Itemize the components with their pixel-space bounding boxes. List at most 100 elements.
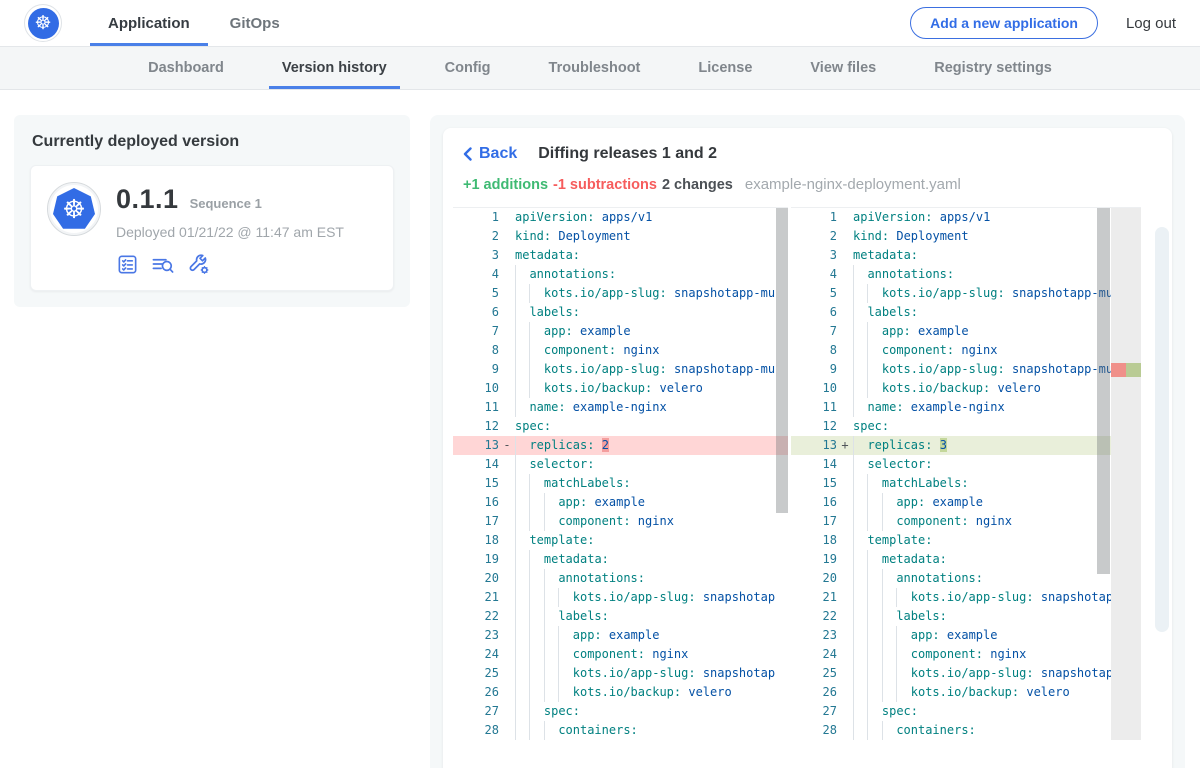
code-text: annotations: <box>515 569 788 588</box>
subnav-item-registry-settings[interactable]: Registry settings <box>921 47 1065 89</box>
view-logs-icon[interactable] <box>150 253 176 276</box>
logout-button[interactable]: Log out <box>1126 15 1176 32</box>
indent-guide <box>529 474 543 493</box>
code-text: annotations: <box>515 265 788 284</box>
line-number: 3 <box>453 246 499 265</box>
line-number: 13 <box>791 436 837 455</box>
code-text: kots.io/backup: velero <box>515 379 788 398</box>
line-number: 10 <box>453 379 499 398</box>
diff-marker <box>837 379 853 398</box>
indent-guide <box>529 569 543 588</box>
code-line: 20annotations: <box>453 569 788 588</box>
back-link[interactable]: Back <box>463 145 517 163</box>
code-line: 16app: example <box>791 493 1141 512</box>
code-text: component: nginx <box>515 512 788 531</box>
app-sub-nav: Dashboard Version history Config Trouble… <box>0 47 1200 90</box>
indent-guide <box>515 531 529 550</box>
code-line: 26kots.io/backup: velero <box>453 683 788 702</box>
code-line: 14selector: <box>453 455 788 474</box>
indent-guide <box>882 683 896 702</box>
indent-guide <box>529 360 543 379</box>
changes-count: 2 changes <box>662 177 733 193</box>
code-text: replicas: 2 <box>515 436 788 455</box>
indent-guide <box>867 550 881 569</box>
line-number: 4 <box>791 265 837 284</box>
indent-guide <box>867 379 881 398</box>
app-logo-ring: ☸ <box>24 4 62 42</box>
indent-guide <box>867 341 881 360</box>
code-text: labels: <box>853 607 1141 626</box>
diff-marker <box>837 588 853 607</box>
code-text: spec: <box>853 702 1141 721</box>
line-number: 8 <box>791 341 837 360</box>
indent-guide <box>544 607 558 626</box>
diff-marker <box>837 569 853 588</box>
code-text: matchLabels: <box>515 474 788 493</box>
subnav-item-config[interactable]: Config <box>432 47 504 89</box>
subnav-item-license[interactable]: License <box>685 47 765 89</box>
code-text: component: nginx <box>853 645 1141 664</box>
diff-editor-modified[interactable]: 1apiVersion: apps/v12kind: Deployment3me… <box>791 207 1141 740</box>
indent-guide <box>529 550 543 569</box>
diff-marker <box>837 721 853 740</box>
indent-guide <box>853 265 867 284</box>
code-line: 15matchLabels: <box>453 474 788 493</box>
indent-guide <box>515 322 529 341</box>
code-line: 27spec: <box>791 702 1141 721</box>
indent-guide <box>896 588 910 607</box>
diff-marker <box>837 322 853 341</box>
diff-marker <box>837 550 853 569</box>
topnav-spacer <box>300 0 910 46</box>
diff-marker <box>499 360 515 379</box>
indent-guide <box>515 341 529 360</box>
diff-marker <box>499 512 515 531</box>
line-number: 16 <box>453 493 499 512</box>
indent-guide <box>515 588 529 607</box>
version-logo-ring: ☸ <box>47 182 101 236</box>
left-editor-scrollbar[interactable] <box>776 208 788 513</box>
diff-editor-original[interactable]: 1apiVersion: apps/v12kind: Deployment3me… <box>453 207 788 740</box>
code-line: 12spec: <box>453 417 788 436</box>
code-text: metadata: <box>515 246 788 265</box>
line-number: 9 <box>453 360 499 379</box>
tab-gitops[interactable]: GitOps <box>212 0 298 46</box>
code-line: 7app: example <box>453 322 788 341</box>
diff-marker <box>499 664 515 683</box>
indent-guide <box>853 683 867 702</box>
tab-application[interactable]: Application <box>90 0 208 46</box>
diff-marker <box>837 265 853 284</box>
config-checklist-icon[interactable] <box>116 253 139 276</box>
indent-guide <box>853 322 867 341</box>
wrench-gear-icon[interactable] <box>187 252 211 276</box>
version-number: 0.1.1 <box>116 184 179 215</box>
code-line: 9kots.io/app-slug: snapshotapp-mu <box>453 360 788 379</box>
add-new-application-button[interactable]: Add a new application <box>910 7 1098 39</box>
subnav-item-troubleshoot[interactable]: Troubleshoot <box>536 47 654 89</box>
indent-guide <box>853 303 867 322</box>
code-line: 5kots.io/app-slug: snapshotapp-mu <box>791 284 1141 303</box>
line-number: 22 <box>791 607 837 626</box>
kubernetes-logo-icon: ☸ <box>28 8 59 39</box>
subnav-item-view-files[interactable]: View files <box>797 47 889 89</box>
line-number: 11 <box>453 398 499 417</box>
indent-guide <box>867 474 881 493</box>
line-number: 18 <box>791 531 837 550</box>
code-text: kots.io/backup: velero <box>515 683 788 702</box>
right-editor-scrollbar[interactable] <box>1097 208 1110 574</box>
indent-guide <box>853 360 867 379</box>
indent-guide <box>882 493 896 512</box>
diff-marker <box>837 512 853 531</box>
line-number: 2 <box>791 227 837 246</box>
indent-guide <box>853 379 867 398</box>
indent-guide <box>867 284 881 303</box>
code-text: containers: <box>515 721 788 740</box>
diff-panel-scrollbar[interactable] <box>1155 227 1169 632</box>
line-number: 20 <box>791 569 837 588</box>
subnav-item-dashboard[interactable]: Dashboard <box>135 47 237 89</box>
line-number: 17 <box>791 512 837 531</box>
line-number: 12 <box>453 417 499 436</box>
diff-marker <box>499 208 515 227</box>
diff-marker <box>499 474 515 493</box>
subnav-item-version-history[interactable]: Version history <box>269 47 400 89</box>
code-line: 4annotations: <box>453 265 788 284</box>
